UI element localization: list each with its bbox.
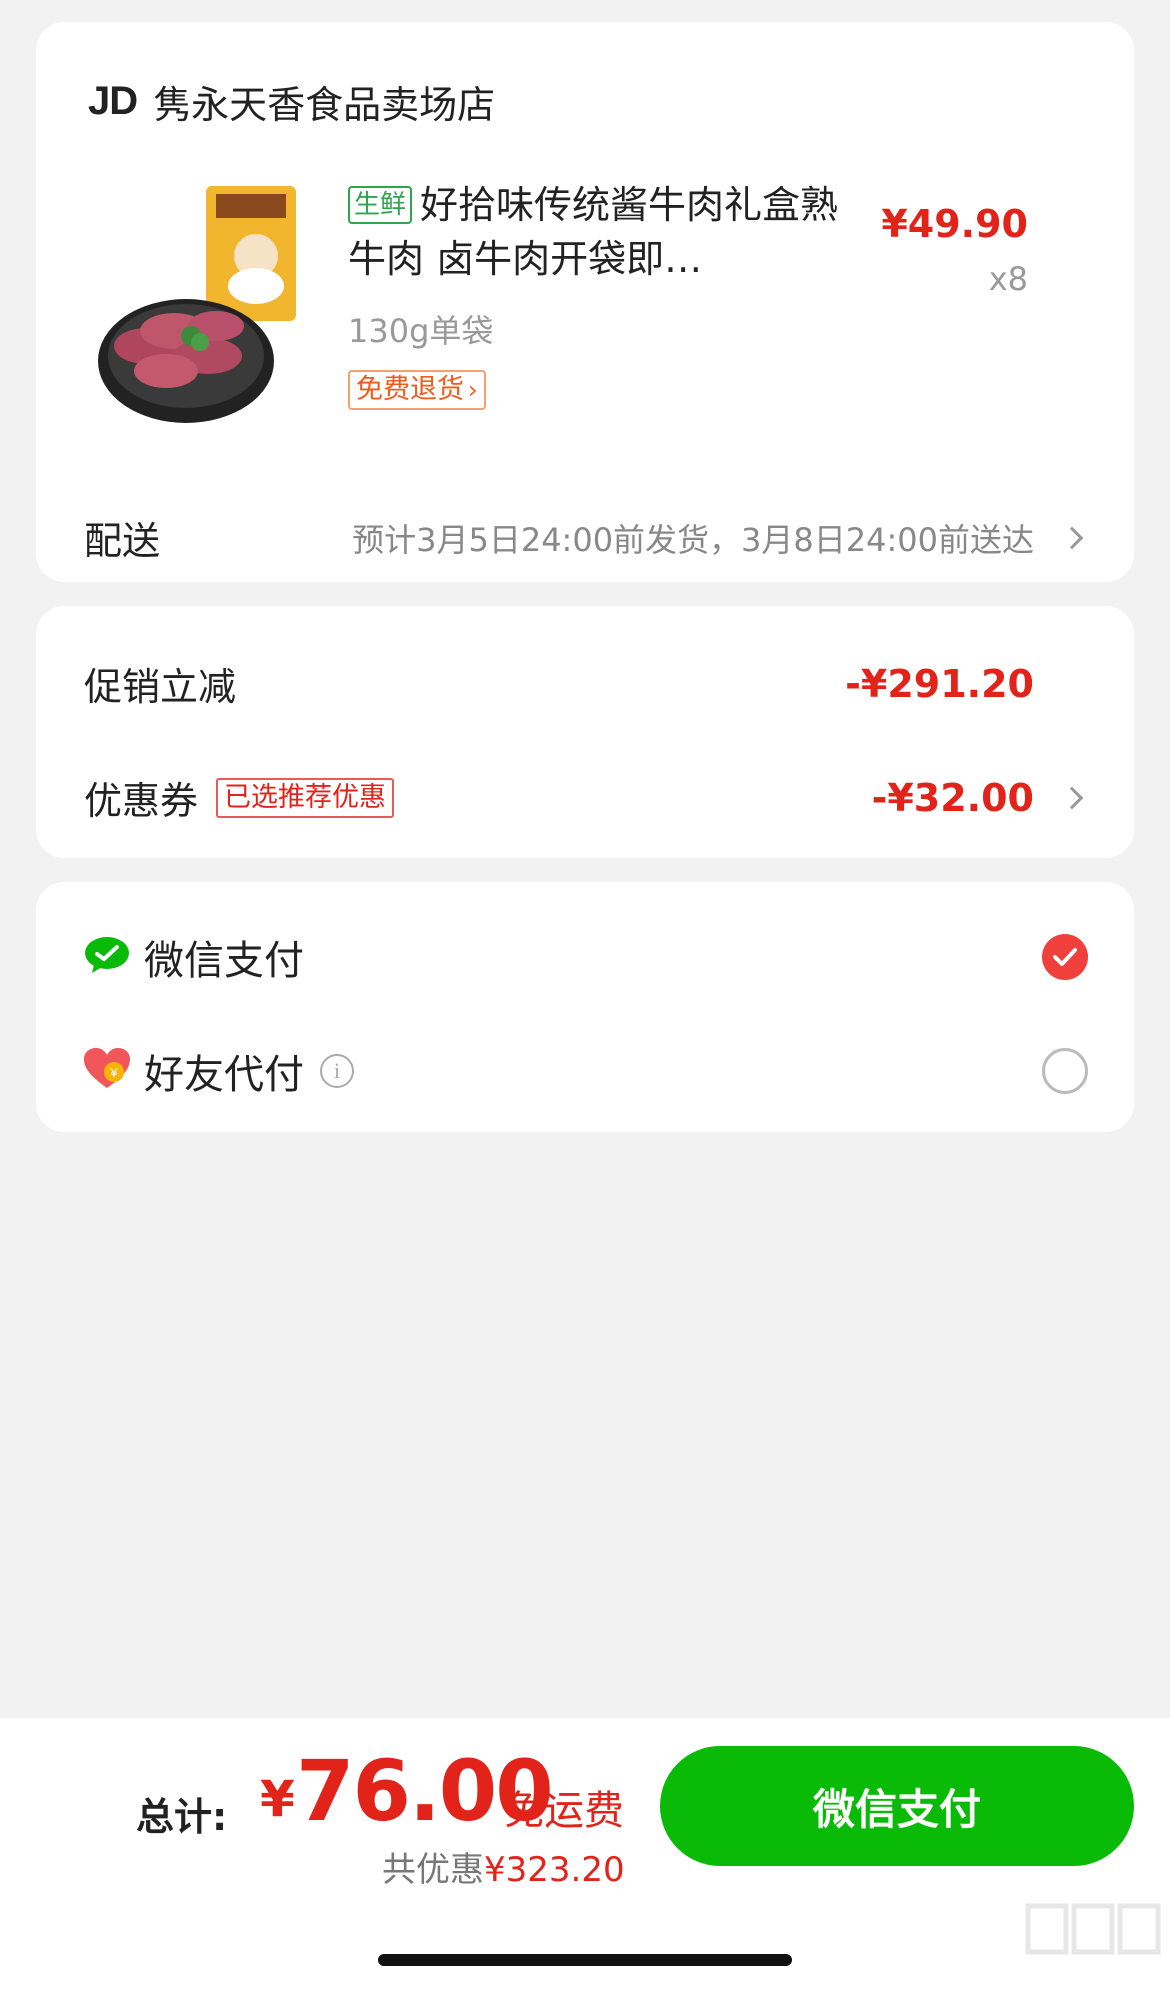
chevron-right-icon: [1060, 786, 1084, 809]
total-saving: 共优惠¥323.20: [382, 1842, 625, 1891]
total-currency: ¥: [260, 1770, 295, 1828]
payment-option-wechat[interactable]: 微信支付: [84, 928, 1088, 986]
coupon-row[interactable]: 优惠券 已选推荐优惠 -¥32.00: [84, 770, 1084, 825]
store-card: JD 隽永天香食品卖场店 生鲜 好拾味传统酱牛肉礼盒熟牛肉 卤牛肉开袋即… 130…: [36, 22, 1134, 582]
promo-label: 促销立减: [84, 665, 237, 709]
delivery-label: 配送: [84, 519, 161, 563]
watermark-logo: [1024, 1896, 1164, 1986]
product-title-row[interactable]: 生鲜 好拾味传统酱牛肉礼盒熟牛肉 卤牛肉开袋即…: [348, 178, 848, 286]
friend-pay-label: 好友代付: [144, 1052, 304, 1098]
product-title[interactable]: 好拾味传统酱牛肉礼盒熟牛肉 卤牛肉开袋即…: [348, 183, 838, 281]
home-indicator[interactable]: [378, 1954, 792, 1966]
free-shipping-label: 免运费: [504, 1788, 624, 1834]
saving-amount: ¥323.20: [484, 1850, 625, 1890]
product-image[interactable]: [96, 186, 316, 436]
product-quantity: x8: [988, 260, 1028, 298]
product-price: ¥49.90: [881, 202, 1028, 246]
friend-pay-heart-icon: ¥: [84, 1048, 130, 1094]
svg-text:¥: ¥: [109, 1065, 118, 1080]
product-spec: 130g单袋: [348, 312, 494, 350]
delivery-row[interactable]: 配送 预计3月5日24:00前发货，3月8日24:00前送达: [84, 510, 1084, 565]
coupon-amount: -¥32.00: [871, 775, 1034, 820]
jd-logo: JD: [88, 79, 138, 123]
wechat-pay-button[interactable]: 微信支付: [660, 1746, 1134, 1866]
total-label: 总计:: [136, 1795, 228, 1839]
wechat-pay-radio-checked[interactable]: [1042, 934, 1088, 980]
free-return-tag[interactable]: 免费退货 ›: [348, 370, 486, 410]
friend-pay-radio-unchecked[interactable]: [1042, 1048, 1088, 1094]
promo-amount: -¥291.20: [845, 661, 1034, 706]
fresh-tag: 生鲜: [348, 186, 413, 224]
info-icon[interactable]: i: [320, 1054, 354, 1088]
coupon-status-tag: 已选推荐优惠: [216, 777, 395, 818]
wechat-pay-icon: [84, 935, 130, 979]
saving-prefix: 共优惠: [382, 1850, 484, 1890]
promo-row: 促销立减 -¥291.20: [84, 656, 1080, 711]
chevron-right-icon: [1060, 526, 1084, 549]
payment-method-card: 微信支付 ¥ 好友代付 i: [36, 882, 1134, 1132]
free-return-label: 免费退货: [356, 374, 464, 405]
chevron-right-icon: ›: [468, 376, 478, 404]
checkout-footer: 总计: ¥ 76.00 免运费 共优惠¥323.20 微信支付: [0, 1718, 1170, 1996]
payment-option-friend[interactable]: ¥ 好友代付 i: [84, 1042, 1088, 1100]
wechat-pay-label: 微信支付: [144, 938, 304, 984]
product-info[interactable]: 生鲜 好拾味传统酱牛肉礼盒熟牛肉 卤牛肉开袋即… 130g单袋 免费退货 ›: [348, 178, 848, 410]
delivery-estimate: 预计3月5日24:00前发货，3月8日24:00前送达: [352, 520, 1034, 559]
coupon-label: 优惠券: [84, 779, 199, 823]
store-header[interactable]: JD 隽永天香食品卖场店: [88, 74, 495, 129]
discount-card: 促销立减 -¥291.20 优惠券 已选推荐优惠 -¥32.00: [36, 606, 1134, 858]
store-name[interactable]: 隽永天香食品卖场店: [153, 74, 495, 129]
